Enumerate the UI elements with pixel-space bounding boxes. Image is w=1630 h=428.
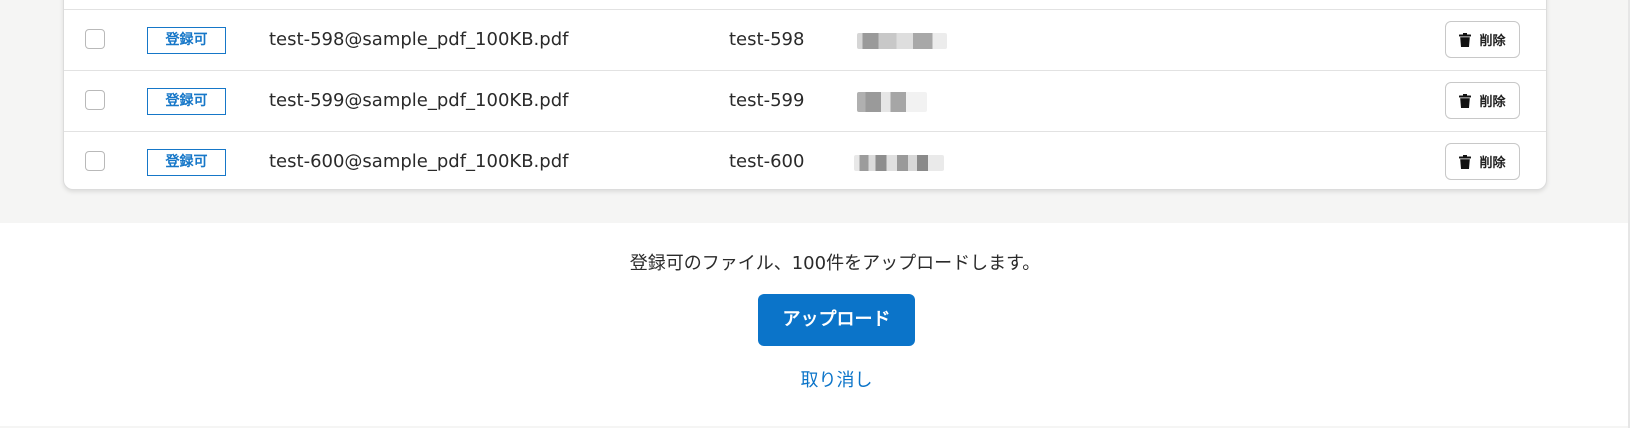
table-row: 登録可 test-599@sample_pdf_100KB.pdf test-5…	[64, 70, 1546, 131]
title-cell: test-599	[729, 90, 805, 111]
row-checkbox[interactable]	[85, 29, 105, 49]
title-cell: test-598	[729, 29, 805, 50]
redacted-field	[854, 155, 944, 171]
file-name: test-599@sample_pdf_100KB.pdf	[269, 90, 569, 111]
redacted-field	[857, 33, 947, 49]
redacted-field	[857, 92, 927, 112]
delete-button[interactable]: 削除	[1445, 21, 1520, 58]
upload-button[interactable]: アップロード	[758, 294, 915, 346]
delete-button[interactable]: 削除	[1445, 82, 1520, 119]
upload-footer: 登録可のファイル、100件をアップロードします。 アップロード 取り消し	[0, 223, 1628, 426]
row-checkbox[interactable]	[85, 151, 105, 171]
cancel-link[interactable]: 取り消し	[758, 369, 915, 393]
status-badge: 登録可	[147, 149, 226, 176]
delete-button-label: 削除	[1479, 34, 1506, 49]
file-name: test-598@sample_pdf_100KB.pdf	[269, 29, 569, 50]
upload-message: 登録可のファイル、100件をアップロードします。	[629, 253, 1041, 274]
delete-button[interactable]: 削除	[1445, 143, 1520, 180]
trash-icon	[1459, 32, 1472, 47]
title-cell: test-600	[729, 151, 805, 172]
status-badge: 登録可	[147, 27, 226, 54]
trash-icon	[1459, 93, 1472, 108]
row-checkbox[interactable]	[85, 90, 105, 110]
table-row: 登録可 test-600@sample_pdf_100KB.pdf test-6…	[64, 131, 1546, 192]
file-table: 登録可 test-598@sample_pdf_100KB.pdf test-5…	[63, 0, 1547, 190]
table-row: 登録可 test-598@sample_pdf_100KB.pdf test-5…	[64, 9, 1546, 70]
status-badge: 登録可	[147, 88, 226, 115]
delete-button-label: 削除	[1479, 156, 1506, 171]
delete-button-label: 削除	[1479, 95, 1506, 110]
trash-icon	[1459, 154, 1472, 169]
file-name: test-600@sample_pdf_100KB.pdf	[269, 151, 569, 172]
